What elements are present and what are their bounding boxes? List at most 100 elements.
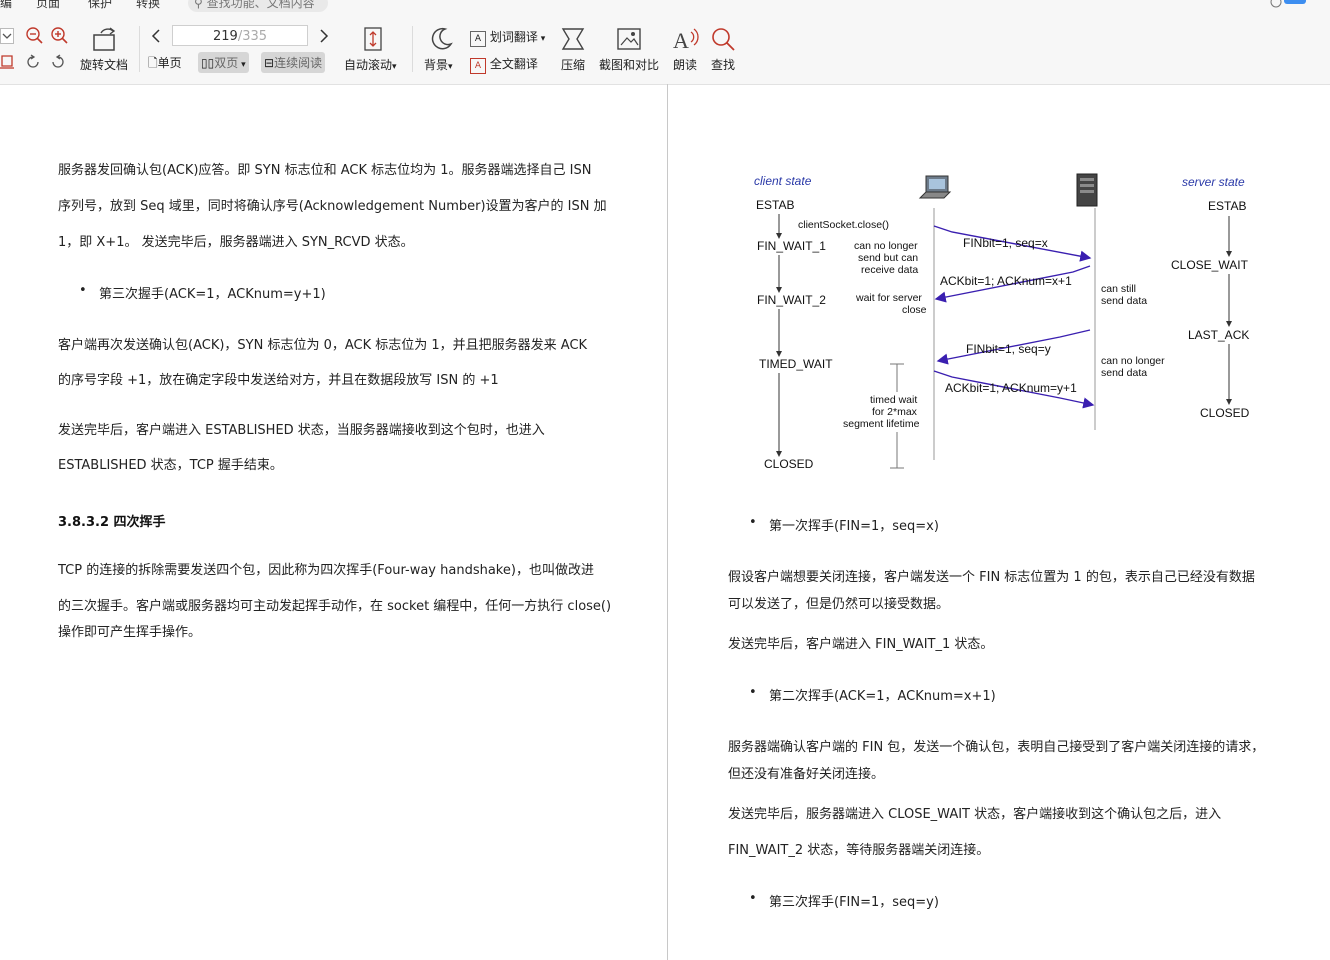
tab-page[interactable]: 页面 — [36, 0, 60, 11]
full-translate-button[interactable]: A 全文翻译 — [470, 55, 538, 74]
diagram-svg: client state server state ESTAB FIN_WAIT… — [754, 173, 1250, 471]
paragraph-line: 的序号字段 +1，放在确定字段中发送给对方，并且在数据段放写 ISN 的 +1 — [58, 373, 499, 388]
paragraph-line: TCP 的连接的拆除需要发送四个包，因此称为四次挥手(Four-way hand… — [58, 563, 594, 578]
continuous-read-button[interactable]: ⊟连续阅读 — [261, 52, 326, 73]
paragraph-line: ESTABLISHED 状态，TCP 握手结束。 — [58, 458, 283, 473]
toolbar: 编 页面 保护 转换 ⚲ 查找功能、文档内容 旋转文档 219/335 🗋单页 … — [0, 0, 1330, 85]
compress-button[interactable]: 压缩 — [561, 56, 585, 73]
msg-ack-1: ACKbit=1; ACKnum=x+1 — [940, 274, 1072, 288]
list-item: • 第一次挥手(FIN=1，seq=x) — [749, 515, 939, 534]
tab-protect[interactable]: 保护 — [88, 0, 112, 11]
full-translate-icon: A — [470, 58, 486, 74]
zoom-out-icon[interactable] — [26, 27, 44, 45]
background-button[interactable]: 背景▾ — [424, 56, 453, 73]
close-call-label: clientSocket.close() — [798, 219, 889, 231]
note-line: segment lifetime — [843, 418, 920, 430]
note-line: receive data — [861, 264, 918, 276]
next-page-icon[interactable] — [318, 28, 330, 44]
double-page-icon: ▯▯ — [201, 56, 215, 70]
autoscroll-icon[interactable] — [362, 26, 384, 52]
paragraph-line: 客户端再次发送确认包(ACK)，SYN 标志位为 0，ACK 标志位为 1，并且… — [58, 338, 588, 353]
note-line: for 2*max — [872, 406, 918, 418]
note-line: close — [902, 304, 927, 316]
note-line: can still — [1101, 283, 1136, 295]
rotate-left-icon[interactable] — [25, 54, 41, 70]
msg-ack-2: ACKbit=1; ACKnum=y+1 — [945, 381, 1077, 395]
zoom-in-icon[interactable] — [51, 27, 69, 45]
word-translate-icon: A — [470, 31, 486, 47]
dropdown-chevron-icon[interactable] — [0, 28, 14, 44]
laptop-icon — [918, 175, 952, 199]
autoscroll-button[interactable]: 自动滚动▾ — [344, 56, 397, 73]
bullet-dot: • — [749, 515, 757, 530]
server-state-last-ack: LAST_ACK — [1188, 328, 1249, 342]
msg-fin-2: FINbit=1, seq=y — [966, 342, 1051, 356]
cloud-icon[interactable] — [1268, 0, 1308, 10]
single-page-button[interactable]: 🗋单页 — [148, 54, 182, 75]
screenshot-compare-icon[interactable] — [616, 27, 642, 51]
moon-icon[interactable] — [428, 26, 454, 52]
fit-page-icon[interactable] — [0, 54, 16, 70]
list-item: • 第三次挥手(FIN=1，seq=y) — [749, 891, 939, 910]
paragraph-line: 1，即 X+1。 发送完毕后，服务器端进入 SYN_RCVD 状态。 — [58, 235, 414, 250]
bullet-dot: • — [79, 283, 87, 298]
paragraph-line: 序列号，放到 Seq 域里，同时将确认序号(Acknowledgement Nu… — [58, 199, 607, 214]
client-state-fin-wait-2: FIN_WAIT_2 — [757, 293, 826, 307]
bullet-dot: • — [749, 685, 757, 700]
client-state-estab: ESTAB — [756, 198, 794, 212]
prev-page-icon[interactable] — [150, 28, 162, 44]
server-state-header: server state — [1182, 175, 1245, 189]
rotate-document-button[interactable]: 旋转文档 — [80, 56, 128, 73]
paragraph-line: 发送完毕后，客户端进入 FIN_WAIT_1 状态。 — [728, 637, 994, 652]
note-line: wait for server — [855, 292, 922, 304]
note-line: send but can — [858, 252, 918, 264]
read-aloud-button[interactable]: 朗读 — [673, 56, 697, 73]
client-state-header: client state — [754, 174, 812, 188]
paragraph-line: 服务器发回确认包(ACK)应答。即 SYN 标志位和 ACK 标志位均为 1。服… — [58, 163, 592, 178]
tab-edit[interactable]: 编 — [0, 0, 12, 11]
search-input[interactable]: ⚲ 查找功能、文档内容 — [188, 0, 328, 12]
tcp-close-diagram: client state server state ESTAB FIN_WAIT… — [740, 168, 1280, 478]
tab-convert[interactable]: 转换 — [136, 0, 160, 11]
svg-text:A: A — [673, 28, 689, 52]
read-aloud-icon[interactable]: A — [672, 26, 700, 52]
paragraph-line: 假设客户端想要关闭连接，客户端发送一个 FIN 标志位置为 1 的包，表示自己已… — [728, 570, 1255, 585]
paragraph-line: 可以发送了，但是仍然可以接受数据。 — [728, 597, 950, 612]
word-translate-button[interactable]: A 划词翻译 ▾ — [470, 28, 545, 47]
separator — [139, 26, 140, 72]
single-page-icon: 🗋 — [148, 56, 158, 70]
client-state-timed-wait: TIMED_WAIT — [759, 357, 833, 371]
compress-icon[interactable] — [560, 27, 586, 51]
page-number-input[interactable]: 219/335 — [172, 25, 308, 46]
note-line: send data — [1101, 367, 1147, 379]
paragraph-line: 发送完毕后，服务器端进入 CLOSE_WAIT 状态，客户端接收到这个确认包之后… — [728, 807, 1222, 822]
section-heading: 3.8.3.2 四次挥手 — [58, 515, 166, 530]
server-icon — [1076, 173, 1098, 207]
page-divider — [667, 84, 668, 960]
list-item: • 第三次握手(ACK=1，ACKnum=y+1) — [79, 283, 326, 302]
client-state-closed: CLOSED — [764, 457, 814, 471]
find-button[interactable]: 查找 — [711, 56, 735, 73]
server-state-closed: CLOSED — [1200, 406, 1250, 420]
server-state-close-wait: CLOSE_WAIT — [1171, 258, 1249, 272]
paragraph-line: 发送完毕后，客户端进入 ESTABLISHED 状态，当服务器端接收到这个包时，… — [58, 423, 545, 438]
note-line: can no longer — [1101, 355, 1165, 367]
double-page-button[interactable]: ▯▯双页 ▾ — [198, 52, 249, 73]
paragraph-line: FIN_WAIT_2 状态，等待服务器端关闭连接。 — [728, 843, 990, 858]
list-item: • 第二次挥手(ACK=1，ACKnum=x+1) — [749, 685, 996, 704]
paragraph-line: 服务器端确认客户端的 FIN 包，发送一个确认包，表明自己接受到了客户端关闭连接… — [728, 740, 1265, 755]
note-line: can no longer — [854, 240, 918, 252]
server-state-estab: ESTAB — [1208, 199, 1246, 213]
search-icon[interactable] — [711, 27, 737, 51]
note-line: send data — [1101, 295, 1147, 307]
search-icon: ⚲ — [194, 0, 203, 10]
rotate-right-icon[interactable] — [50, 54, 66, 70]
client-state-fin-wait-1: FIN_WAIT_1 — [757, 239, 826, 253]
screenshot-compare-button[interactable]: 截图和对比 — [599, 56, 659, 73]
bullet-dot: • — [749, 891, 757, 906]
rotate-document-icon[interactable] — [91, 27, 119, 53]
paragraph-line: 的三次握手。客户端或服务器均可主动发起挥手动作，在 socket 编程中，任何一… — [58, 599, 612, 614]
note-line: timed wait — [870, 394, 917, 406]
msg-fin-1: FINbit=1, seq=x — [963, 236, 1048, 250]
paragraph-line: 操作即可产生挥手操作。 — [58, 625, 202, 640]
